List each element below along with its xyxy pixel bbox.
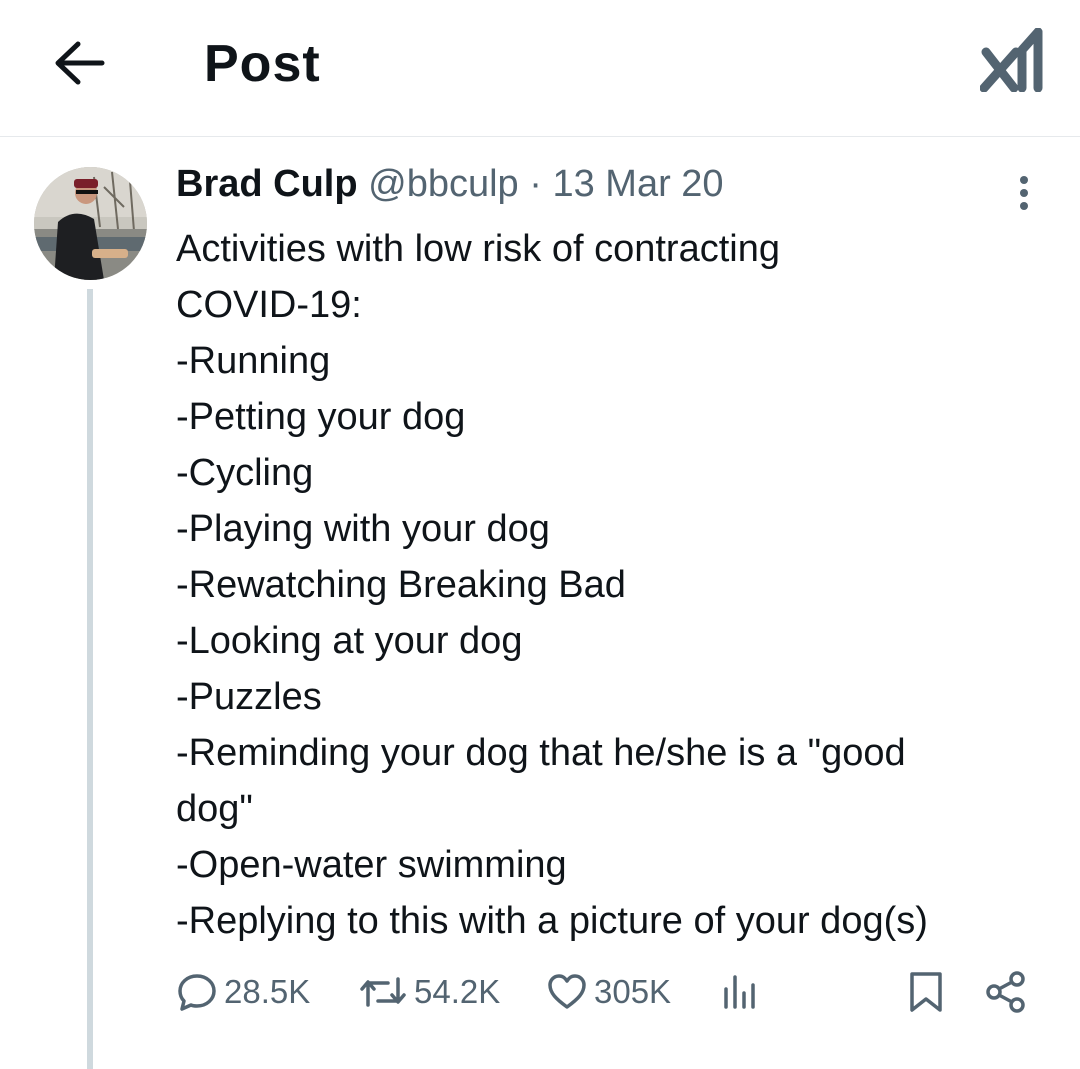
back-button[interactable]: [50, 36, 108, 90]
share-icon: [986, 971, 1025, 1013]
post-header: Brad Culp @bbculp · 13 Mar 20: [176, 163, 724, 206]
post-actions: 28.5K 54.2K 305K: [176, 966, 1046, 1018]
post-text-line: -Playing with your dog: [176, 508, 550, 550]
heart-icon: [548, 974, 586, 1009]
post-text-line: -Petting your dog: [176, 396, 466, 438]
author-handle[interactable]: @bbculp: [368, 163, 519, 205]
post-text-line: -Rewatching Breaking Bad: [176, 564, 626, 606]
share-button[interactable]: [984, 966, 1028, 1018]
views-button[interactable]: [720, 966, 760, 1018]
repost-icon: [360, 977, 406, 1007]
repost-count: 54.2K: [414, 973, 501, 1010]
post-text-line: dog": [176, 788, 253, 830]
like-count: 305K: [594, 973, 672, 1010]
arrow-left-icon: [55, 41, 105, 85]
separator-dot: ·: [529, 163, 542, 205]
post-text-line: COVID-19:: [176, 284, 362, 326]
post-text-line: -Reminding your dog that he/she is a "go…: [176, 732, 906, 774]
post-text-line: -Cycling: [176, 452, 314, 494]
post-text: Activities with low risk of contracting …: [176, 221, 1056, 949]
analytics-icon: [724, 975, 755, 1009]
page-title: Post: [204, 35, 321, 93]
x-logo-icon[interactable]: [979, 27, 1044, 93]
repost-button[interactable]: 54.2K: [358, 966, 500, 1018]
post-text-line: -Running: [176, 340, 331, 382]
post-date[interactable]: 13 Mar 20: [552, 163, 723, 205]
author-name[interactable]: Brad Culp: [176, 163, 358, 205]
avatar[interactable]: [34, 167, 147, 280]
bookmark-button[interactable]: [906, 966, 946, 1018]
reply-count: 28.5K: [224, 973, 311, 1010]
post-text-line: -Puzzles: [176, 676, 322, 718]
post-text-line: -Replying to this with a picture of your…: [176, 900, 928, 942]
more-options-button[interactable]: [1010, 174, 1038, 214]
bookmark-icon: [910, 972, 942, 1012]
post-text-line: Activities with low risk of contracting: [176, 228, 780, 270]
like-button[interactable]: 305K: [546, 966, 671, 1018]
post-text-line: -Open-water swimming: [176, 844, 567, 886]
thread-line: [87, 289, 93, 1069]
top-bar: Post: [0, 0, 1080, 137]
reply-button[interactable]: 28.5K: [176, 966, 310, 1018]
reply-icon: [178, 974, 216, 1011]
more-vertical-icon: [1020, 176, 1028, 210]
post-text-line: -Looking at your dog: [176, 620, 523, 662]
